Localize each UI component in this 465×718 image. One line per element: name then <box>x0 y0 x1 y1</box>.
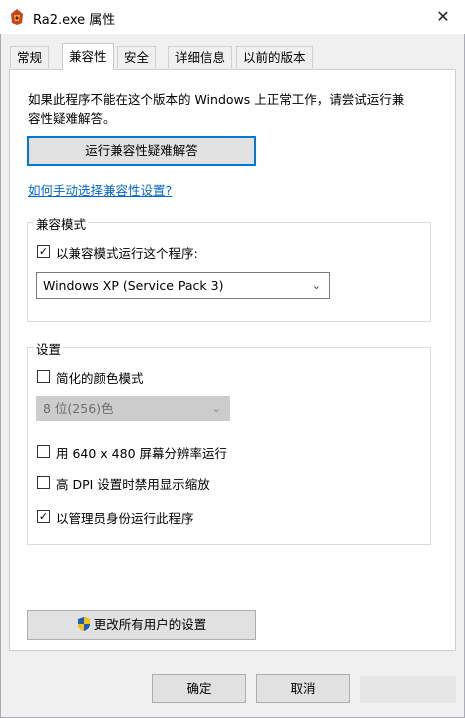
color-depth-value: 8 位(256)色 <box>43 401 114 416</box>
run-as-admin-label: 以管理员身份运行此程序 <box>56 511 194 526</box>
reduced-color-label: 简化的颜色模式 <box>56 371 144 386</box>
resolution-640-label: 用 640 x 480 屏幕分辨率运行 <box>56 446 228 461</box>
tab-details[interactable]: 详细信息 <box>168 46 233 68</box>
apply-button-area <box>360 676 456 703</box>
tab-general[interactable]: 常规 <box>10 46 50 68</box>
close-button[interactable]: ✕ <box>430 4 456 30</box>
high-dpi-checkbox[interactable] <box>37 476 50 489</box>
color-depth-select: 8 位(256)色 ⌄ <box>36 396 230 421</box>
close-icon: ✕ <box>436 7 450 26</box>
intro-text-line2: 容性疑难解答。 <box>28 111 116 126</box>
intro-text-line1: 如果此程序不能在这个版本的 Windows 上正常工作，请尝试运行兼 <box>28 92 405 107</box>
manual-settings-link[interactable]: 如何手动选择兼容性设置? <box>28 180 172 199</box>
compat-mode-checkbox-label: 以兼容模式运行这个程序: <box>56 246 198 261</box>
high-dpi-label: 高 DPI 设置时禁用显示缩放 <box>56 477 210 492</box>
run-troubleshooter-button[interactable]: 运行兼容性疑难解答 <box>27 136 256 166</box>
tab-previous-versions[interactable]: 以前的版本 <box>236 46 313 68</box>
checkmark-icon: ✓ <box>38 245 49 258</box>
shield-icon <box>77 617 90 631</box>
reduced-color-checkbox[interactable] <box>37 370 50 383</box>
window-title: Ra2.exe 属性 <box>33 13 116 28</box>
cancel-button[interactable]: 取消 <box>256 674 350 703</box>
ok-button[interactable]: 确定 <box>152 674 246 703</box>
os-version-select[interactable]: Windows XP (Service Pack 3) ⌄ <box>36 272 330 299</box>
os-version-value: Windows XP (Service Pack 3) <box>43 278 224 293</box>
chevron-down-icon: ⌄ <box>311 279 321 292</box>
chevron-down-icon: ⌄ <box>211 402 221 415</box>
settings-legend: 设置 <box>34 339 64 358</box>
change-all-users-button[interactable]: 更改所有用户的设置 <box>27 610 256 640</box>
compat-mode-legend: 兼容模式 <box>34 214 89 233</box>
compat-mode-checkbox[interactable]: ✓ <box>37 245 50 258</box>
run-as-admin-checkbox[interactable]: ✓ <box>37 510 50 523</box>
resolution-640-checkbox[interactable] <box>37 445 50 458</box>
tab-compatibility[interactable]: 兼容性 <box>62 43 114 70</box>
tab-security[interactable]: 安全 <box>117 46 157 68</box>
app-icon <box>11 9 23 25</box>
change-all-users-label: 更改所有用户的设置 <box>93 617 207 632</box>
checkmark-icon: ✓ <box>38 510 49 523</box>
